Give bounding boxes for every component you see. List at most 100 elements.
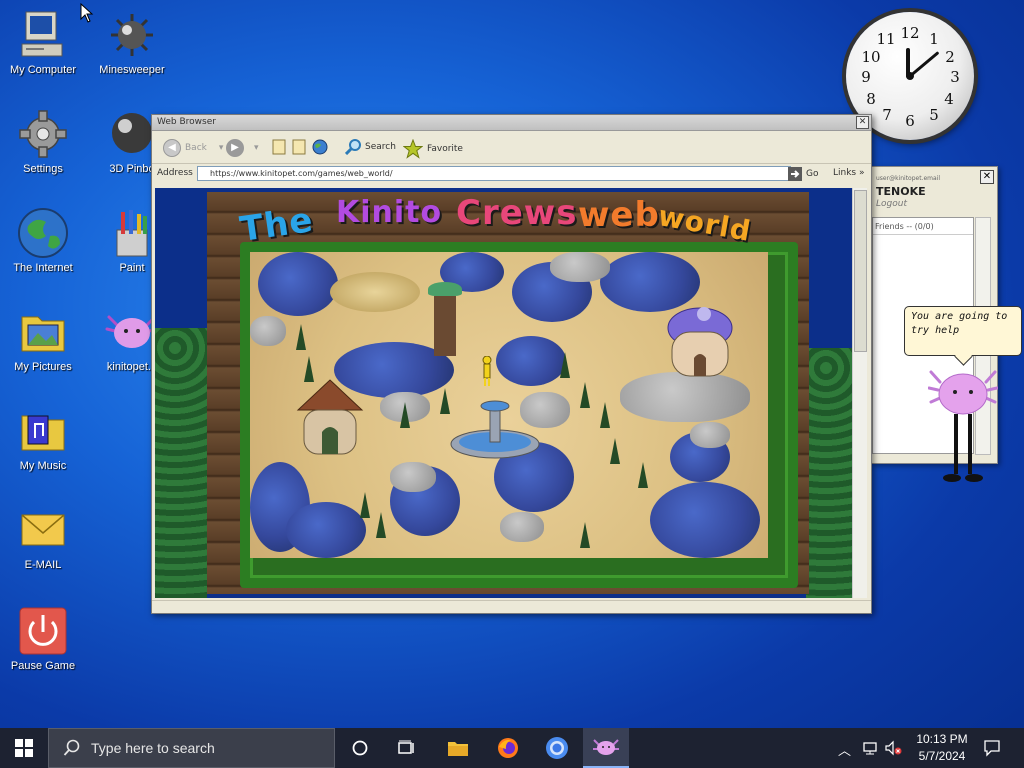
desktop-icon-label: Pause Game bbox=[10, 660, 76, 672]
desktop-icon-label: My Computer bbox=[9, 64, 77, 76]
desktop-icon-the-internet[interactable]: The Internet bbox=[3, 206, 83, 274]
window-titlebar[interactable]: Web Browser ✕ bbox=[152, 115, 871, 131]
desktop-icon-my-pictures[interactable]: My Pictures bbox=[3, 305, 83, 373]
globe-icon bbox=[16, 206, 70, 260]
clock-numeral: 7 bbox=[882, 106, 892, 124]
game-title-word: Crews bbox=[456, 193, 578, 233]
file-explorer-button[interactable] bbox=[437, 728, 479, 768]
account-email: user@kinitopet.email bbox=[876, 175, 941, 182]
search-button[interactable]: Search bbox=[345, 139, 396, 155]
pine-tree bbox=[610, 438, 620, 464]
favorite-label: Favorite bbox=[427, 144, 463, 154]
pine-tree bbox=[296, 324, 306, 350]
go-label: Go bbox=[806, 169, 819, 179]
close-icon[interactable]: ✕ bbox=[980, 170, 994, 184]
rock bbox=[690, 422, 730, 448]
speech-bubble: You are going to try help bbox=[904, 306, 1022, 356]
scrollbar-thumb[interactable] bbox=[854, 190, 867, 352]
address-input[interactable]: https://www.kinitopet.com/games/web_worl… bbox=[197, 166, 791, 181]
links-button[interactable]: Links » bbox=[833, 168, 865, 178]
go-button[interactable]: Go bbox=[788, 167, 818, 181]
favorite-button[interactable]: Favorite bbox=[403, 139, 463, 159]
foliage-right bbox=[806, 348, 852, 598]
vertical-scrollbar[interactable] bbox=[852, 188, 867, 598]
volume-muted-icon[interactable] bbox=[884, 740, 902, 756]
pine-tree bbox=[376, 512, 386, 538]
speech-text: You are going to try help bbox=[911, 311, 1008, 336]
pine-tree bbox=[360, 492, 370, 518]
friends-header[interactable]: Friends -- (0/0) bbox=[873, 218, 973, 235]
desktop-icon-label: My Music bbox=[19, 460, 67, 472]
pine-tree bbox=[638, 462, 648, 488]
desktop-icon-pause-game[interactable]: Pause Game bbox=[3, 604, 83, 672]
desktop-icon-label: Minesweeper bbox=[99, 64, 165, 76]
kinitopet-taskbar-button[interactable] bbox=[583, 728, 629, 768]
search-placeholder: Type here to search bbox=[91, 740, 215, 756]
taskbar: Type here to search ︿ 10:13 PM 5/7/2024 bbox=[0, 728, 1024, 768]
desktop-icon-settings[interactable]: Settings bbox=[3, 107, 83, 175]
desktop-icon-label: My Pictures bbox=[14, 361, 72, 373]
green-roof-tower[interactable] bbox=[428, 282, 462, 362]
rock bbox=[550, 252, 610, 282]
chevron-up-icon[interactable]: ︿ bbox=[838, 740, 851, 759]
clock-time[interactable]: 10:13 PM bbox=[912, 732, 972, 746]
mouse-cursor bbox=[80, 2, 94, 27]
back-label: Back bbox=[185, 143, 207, 153]
forward-button[interactable]: ▶ ▾ bbox=[226, 139, 259, 157]
clock-numeral: 11 bbox=[876, 30, 896, 48]
desktop-icon-my-music[interactable]: My Music bbox=[3, 404, 83, 472]
browser-viewport[interactable]: The Kinito Crews web world bbox=[155, 188, 852, 598]
close-icon[interactable]: ✕ bbox=[856, 116, 869, 129]
globe-icon[interactable] bbox=[312, 139, 328, 155]
logout-link[interactable]: Logout bbox=[876, 199, 907, 209]
pine-tree bbox=[600, 402, 610, 428]
page-tools bbox=[272, 139, 328, 155]
forward-arrow-icon: ▶ bbox=[226, 139, 244, 157]
desktop-icon-my-computer[interactable]: My Computer bbox=[3, 8, 83, 76]
chrome-button[interactable] bbox=[535, 728, 579, 768]
clock-numeral: 1 bbox=[929, 30, 939, 48]
clock-numeral: 2 bbox=[945, 48, 955, 66]
back-button[interactable]: ◀ Back ▾ bbox=[163, 139, 223, 157]
computer-icon bbox=[16, 8, 70, 62]
desktop-icon-e-mail[interactable]: E-MAIL bbox=[3, 503, 83, 571]
notification-icon[interactable] bbox=[983, 739, 1001, 757]
web-browser-window: Web Browser ✕ ◀ Back ▾ ▶ ▾ Search Favori… bbox=[151, 114, 872, 614]
mine-icon bbox=[105, 8, 159, 62]
task-view-button[interactable] bbox=[387, 728, 427, 768]
network-icon[interactable] bbox=[862, 740, 878, 756]
chevron-down-icon: ▾ bbox=[254, 143, 259, 153]
clock-date[interactable]: 5/7/2024 bbox=[912, 749, 972, 763]
clock-numeral: 9 bbox=[861, 68, 871, 86]
desktop-icon-label: The Internet bbox=[13, 262, 73, 274]
start-button[interactable] bbox=[0, 728, 48, 768]
game-world-map[interactable] bbox=[250, 252, 768, 558]
desktop-icon-minesweeper[interactable]: Minesweeper bbox=[92, 8, 172, 76]
clock-numeral: 3 bbox=[950, 68, 960, 86]
blue-tree bbox=[286, 502, 366, 558]
clock-numeral: 12 bbox=[900, 24, 920, 42]
dome-house[interactable] bbox=[660, 302, 740, 382]
page-icon[interactable] bbox=[272, 139, 286, 155]
fountain[interactable] bbox=[450, 392, 540, 462]
game-title-word: The bbox=[237, 200, 316, 250]
pictures-folder-icon bbox=[16, 305, 70, 359]
pine-tree bbox=[580, 382, 590, 408]
mud-hut[interactable] bbox=[294, 376, 366, 456]
taskbar-search-box[interactable]: Type here to search bbox=[48, 728, 335, 768]
power-icon bbox=[16, 604, 70, 658]
game-title-word: world bbox=[655, 199, 754, 248]
blue-tree bbox=[650, 482, 760, 558]
firefox-button[interactable] bbox=[486, 728, 530, 768]
cortana-button[interactable] bbox=[340, 728, 380, 768]
player-character[interactable] bbox=[482, 355, 492, 386]
rock bbox=[500, 512, 544, 542]
page-icon[interactable] bbox=[292, 139, 306, 155]
treehouse[interactable] bbox=[330, 272, 420, 312]
clock-center-pin bbox=[906, 72, 914, 80]
rock bbox=[390, 462, 436, 492]
kinito-axolotl[interactable] bbox=[927, 362, 999, 486]
firefox-icon bbox=[498, 738, 518, 758]
rock bbox=[250, 316, 286, 346]
status-bar bbox=[152, 600, 871, 613]
